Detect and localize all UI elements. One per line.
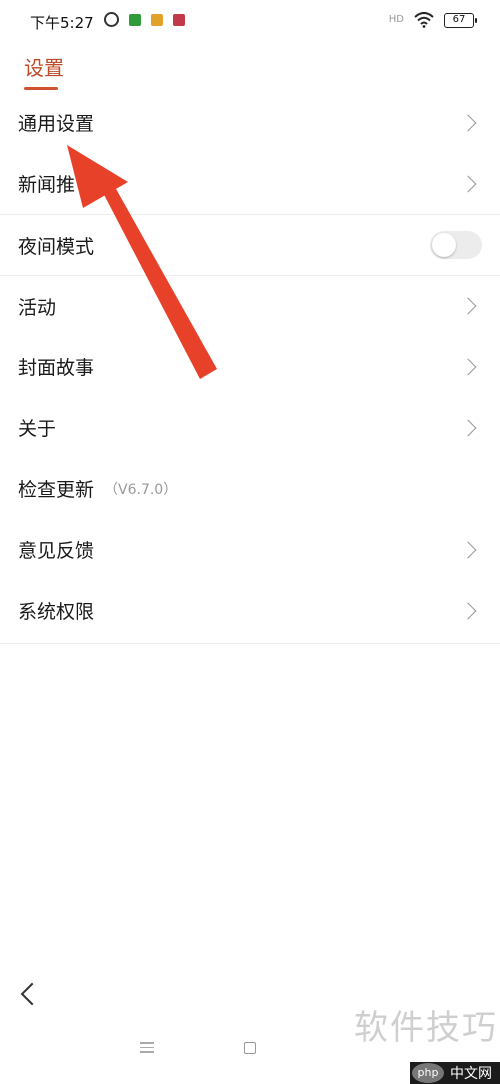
settings-item-label: 检查更新 <box>18 479 95 501</box>
settings-item-cover-story[interactable]: 封面故事 <box>0 336 500 397</box>
menu-icon[interactable] <box>140 1042 154 1056</box>
settings-item-label: 通用设置 <box>18 113 95 135</box>
php-logo: php <box>412 1063 444 1083</box>
chevron-right-icon <box>459 114 477 131</box>
chevron-right-icon <box>459 297 477 315</box>
settings-item-label: 活动 <box>18 296 57 319</box>
badge-text: 中文网 <box>450 1066 492 1082</box>
chevron-right-icon <box>459 175 477 192</box>
settings-item-about[interactable]: 关于 <box>0 397 500 458</box>
back-button[interactable] <box>14 978 44 1012</box>
settings-item-label: 新闻推 <box>18 174 76 196</box>
settings-item-general[interactable]: 通用设置 <box>0 92 500 153</box>
version-text: （V6.7.0） <box>104 481 178 498</box>
title-underline <box>24 87 58 90</box>
status-time: 下午5:27 <box>30 14 94 32</box>
settings-list: 通用设置 新闻推 夜间模式 活动 封面故事 关于 检查更新 （V6.7.0） 意… <box>0 92 500 641</box>
settings-item-news-push[interactable]: 新闻推 <box>0 153 500 214</box>
page-title: 设置 <box>24 56 64 80</box>
app-notification-icon <box>151 13 163 26</box>
status-system-icons: HD 67 <box>388 12 477 28</box>
settings-item-check-update[interactable]: 检查更新 （V6.7.0） <box>0 458 500 519</box>
list-divider <box>0 643 500 644</box>
settings-item-night-mode: 夜间模式 <box>0 214 500 275</box>
battery-icon: 67 <box>444 12 477 28</box>
settings-item-label: 系统权限 <box>18 601 95 623</box>
page-header: 设置 <box>24 52 64 90</box>
settings-item-activities[interactable]: 活动 <box>0 275 500 336</box>
chevron-left-icon <box>20 982 44 1006</box>
status-bar: 下午5:27 HD 67 <box>0 0 500 44</box>
app-notification-icon <box>173 13 185 26</box>
settings-item-permissions[interactable]: 系统权限 <box>0 580 500 641</box>
app-notification-icon <box>129 13 141 26</box>
watermark-badge: php 中文网 <box>410 1062 500 1084</box>
home-icon[interactable] <box>244 1042 256 1054</box>
signal-icon: HD <box>388 14 404 25</box>
settings-item-label: 意见反馈 <box>18 540 95 562</box>
settings-item-label: 关于 <box>18 418 57 440</box>
toggle-knob <box>432 233 456 257</box>
settings-item-label: 封面故事 <box>18 357 95 379</box>
status-notification-icons <box>104 12 185 27</box>
chevron-right-icon <box>459 358 477 375</box>
night-mode-toggle[interactable] <box>430 231 482 259</box>
alarm-icon <box>104 12 119 27</box>
settings-item-label: 夜间模式 <box>18 235 95 258</box>
chevron-right-icon <box>459 602 477 619</box>
chevron-right-icon <box>459 419 477 436</box>
settings-item-feedback[interactable]: 意见反馈 <box>0 519 500 580</box>
chevron-right-icon <box>459 541 477 558</box>
wifi-icon <box>414 12 434 28</box>
